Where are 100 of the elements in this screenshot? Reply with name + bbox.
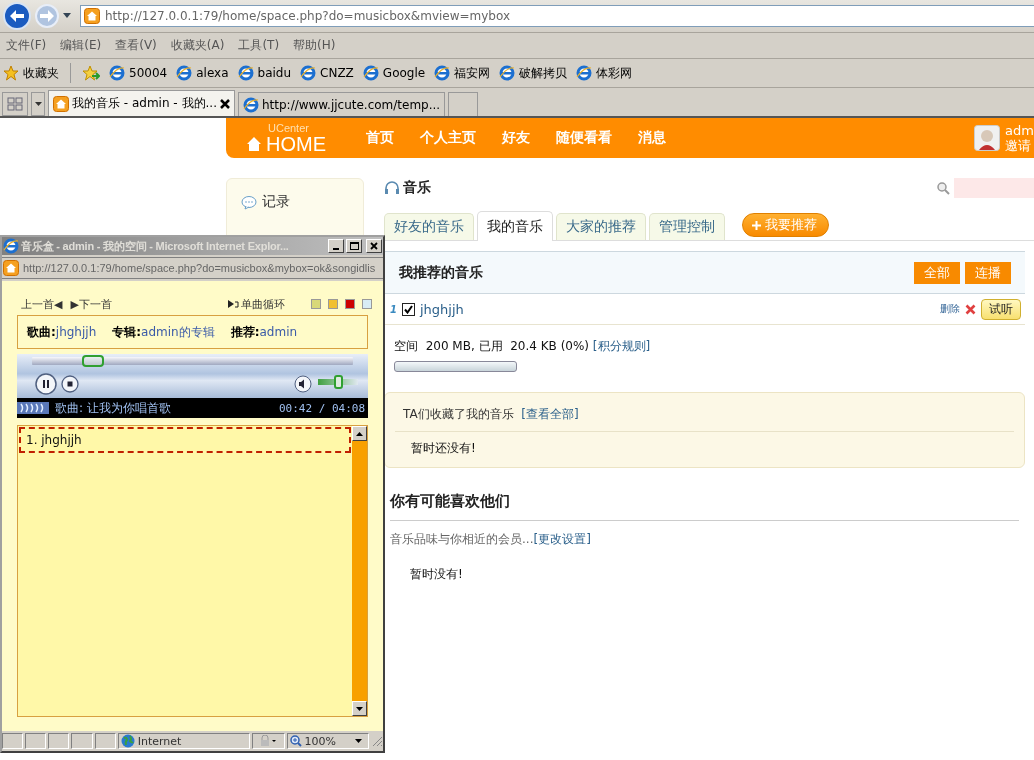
browser-page-icon: [237, 65, 254, 81]
rules-link[interactable]: [积分规则]: [592, 339, 651, 353]
plus-icon: [751, 219, 762, 231]
speaker-button[interactable]: [294, 375, 312, 393]
empty-message: 暂时没有!: [409, 566, 464, 583]
bookmark-link[interactable]: 50004: [109, 65, 168, 81]
maximize-button[interactable]: [346, 239, 362, 253]
music-tab[interactable]: 好友的音乐: [384, 213, 474, 240]
bookmark-link[interactable]: 体彩网: [576, 64, 633, 82]
resize-grip-icon[interactable]: [371, 735, 383, 747]
delete-link[interactable]: 删除: [940, 302, 960, 316]
close-button[interactable]: [366, 239, 382, 253]
playlist-item[interactable]: 1. jhghjjh: [19, 427, 351, 453]
storage-usage-text: 空间 200 MB, 已用 20.4 KB (0%) [积分规则]: [393, 338, 652, 355]
protected-mode-button[interactable]: [251, 733, 285, 749]
back-button[interactable]: [2, 1, 32, 31]
section-title: 我推荐的音乐: [399, 263, 483, 282]
volume-thumb[interactable]: [334, 375, 343, 389]
browser-tab[interactable]: http://www.jjcute.com/temp...: [237, 92, 446, 116]
scroll-down-button[interactable]: [352, 701, 367, 716]
music-tab[interactable]: 大家的推荐: [556, 213, 646, 240]
song-link[interactable]: jhghjjh: [419, 301, 464, 317]
loop-mode-button[interactable]: 单曲循环: [227, 296, 285, 312]
speech-bubble-icon: [241, 194, 257, 210]
tab-list-button[interactable]: [31, 92, 45, 116]
menu-item[interactable]: 收藏夹(A): [170, 37, 225, 54]
browser-page-icon: [176, 65, 193, 81]
maximize-icon: [349, 242, 359, 250]
search-icon: [936, 181, 950, 195]
dropdown-caret-icon[interactable]: [62, 12, 72, 20]
sidebar-item[interactable]: 记录: [241, 193, 349, 211]
seek-thumb[interactable]: [82, 355, 104, 367]
minimize-button[interactable]: [328, 239, 344, 253]
info-field: 专辑:admin的专辑: [112, 323, 215, 341]
seek-track[interactable]: [32, 355, 353, 367]
down-arrow-icon: [356, 706, 363, 711]
browser-page-icon: [434, 65, 451, 81]
home-page-icon: [53, 95, 69, 112]
bookmark-link[interactable]: CNZZ: [300, 65, 354, 81]
listen-button[interactable]: 试听: [981, 298, 1021, 320]
zoom-icon: [289, 735, 302, 747]
zoom-button[interactable]: 100%: [286, 733, 369, 749]
color-swatch[interactable]: [328, 299, 338, 309]
settings-link[interactable]: [更改设置]: [533, 532, 591, 546]
url-text: http://127.0.0.1:79/home/space.php?do=musicbox&mview=mybox: [105, 9, 511, 23]
browser-tab[interactable]: 我的音乐 - admin - 我的...: [48, 90, 235, 116]
music-tab[interactable]: 管理控制: [649, 213, 725, 240]
suggestion-text: 音乐品味与你相近的会员...[更改设置]: [390, 531, 592, 548]
browser-page-icon: [576, 65, 593, 81]
pause-button[interactable]: [35, 373, 57, 395]
menu-item[interactable]: 帮助(H): [293, 37, 336, 54]
scrollbar[interactable]: [352, 426, 367, 716]
bookmark-link[interactable]: 福安网: [434, 64, 491, 82]
up-arrow-icon: [356, 431, 363, 436]
check-icon: [403, 304, 413, 314]
url-text: http://127.0.0.1:79/home/space.php?do=musicbox&mybox=ok&songidlis: [23, 262, 376, 274]
close-icon: [370, 242, 378, 250]
add-favorite-icon[interactable]: [82, 65, 100, 81]
previous-song-link[interactable]: 上一首◀: [21, 296, 63, 312]
color-swatch[interactable]: [311, 299, 321, 309]
menu-item[interactable]: 文件(F): [6, 37, 47, 54]
playback-time: 00:42 / 04:08: [278, 401, 365, 415]
stop-button[interactable]: [61, 375, 79, 393]
song-checkbox[interactable]: [401, 302, 415, 316]
status-bar-pane: [94, 733, 116, 749]
address-bar[interactable]: http://127.0.0.1:79/home/space.php?do=musicbox&mview=mybox: [80, 5, 1034, 27]
color-swatch[interactable]: [362, 299, 372, 309]
scroll-up-button[interactable]: [352, 426, 367, 441]
lock-icon: [259, 735, 278, 747]
menu-item[interactable]: 工具(T): [238, 37, 280, 54]
loop-icon: [227, 299, 239, 309]
favorites-button[interactable]: 收藏夹: [3, 64, 59, 82]
music-tab[interactable]: 我的音乐: [477, 211, 553, 241]
bookmark-link[interactable]: baidu: [237, 65, 292, 81]
logo-subtitle: UCenter: [268, 122, 310, 134]
color-swatch[interactable]: [345, 299, 355, 309]
tab-title: http://www.jjcute.com/temp...: [261, 97, 441, 112]
equalizer-icon: [17, 402, 49, 414]
globe-icon: [120, 734, 135, 748]
section-title: 你有可能喜欢他们: [390, 492, 1019, 521]
page-title: 音乐: [403, 179, 431, 197]
next-song-link[interactable]: ▶下一首: [70, 296, 112, 312]
bookmark-link[interactable]: Google: [362, 65, 426, 81]
menu-item[interactable]: 编辑(E): [60, 37, 102, 54]
headphones-icon: [384, 181, 400, 195]
tab-title: 我的音乐 - admin - 我的...: [72, 95, 217, 112]
delete-icon[interactable]: [965, 303, 976, 315]
close-icon[interactable]: [219, 98, 230, 109]
grid-icon: [7, 97, 23, 111]
view-all-link[interactable]: [查看全部]: [521, 407, 579, 421]
home-page-icon: [84, 8, 100, 24]
browser-page-icon: [499, 65, 516, 81]
menu-item[interactable]: 查看(V): [115, 37, 157, 54]
security-zone: Internet: [117, 733, 250, 749]
browser-page-icon: [109, 65, 125, 81]
avatar-icon[interactable]: [974, 125, 1001, 151]
house-icon: [246, 136, 262, 151]
bookmark-link[interactable]: 破解拷贝: [499, 64, 568, 82]
status-bar-pane: [25, 733, 47, 749]
bookmark-link[interactable]: alexa: [176, 65, 229, 81]
